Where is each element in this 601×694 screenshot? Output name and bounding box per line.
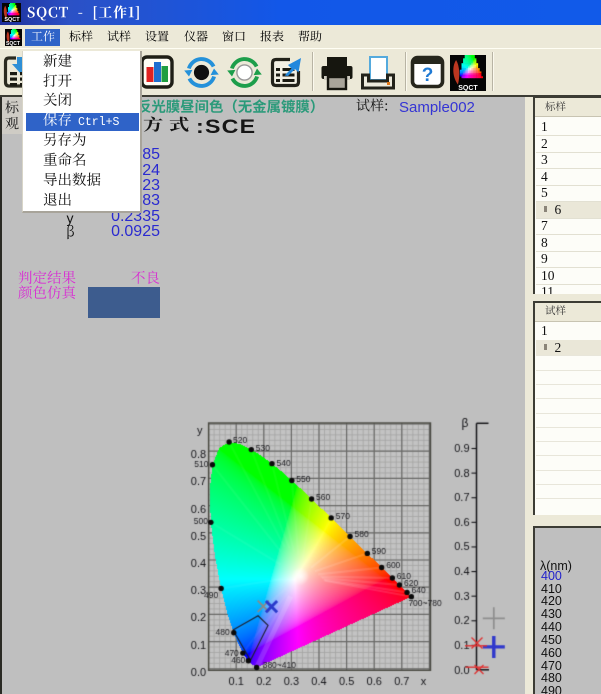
svg-text:SQCT: SQCT <box>4 17 20 22</box>
svg-text:SQCT: SQCT <box>458 85 478 91</box>
svg-text:?: ? <box>422 65 434 86</box>
svg-text:SQCT: SQCT <box>6 41 20 46</box>
